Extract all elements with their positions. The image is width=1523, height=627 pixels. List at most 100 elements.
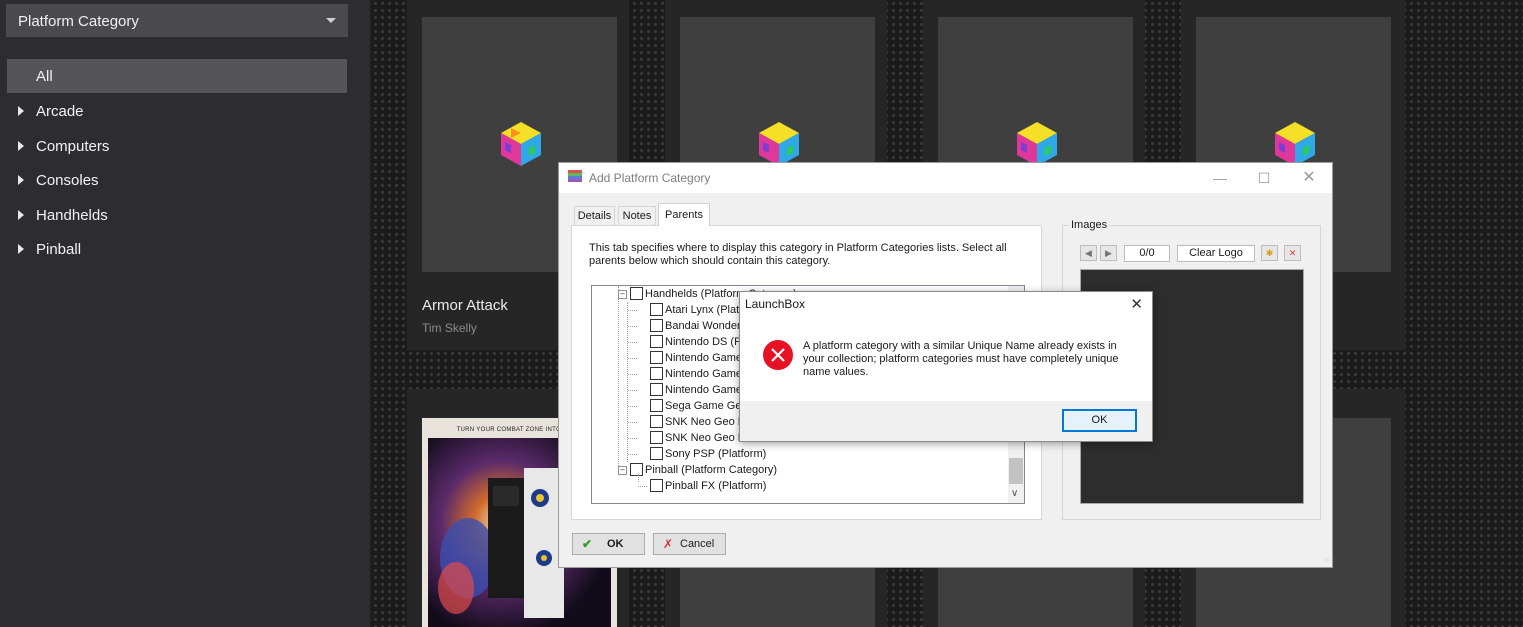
tab-label: Details [577, 210, 612, 222]
button-label: OK [607, 538, 624, 550]
checkbox[interactable] [650, 302, 663, 316]
dropdown-value: Platform Category [18, 13, 139, 30]
parents-description: This tab specifies where to display this… [589, 242, 1007, 267]
tab-label: Notes [622, 210, 652, 222]
previous-image-button[interactable]: ◀ [1080, 245, 1097, 261]
checkbox[interactable] [650, 430, 663, 444]
tree-branch-line [638, 486, 647, 487]
cancel-button[interactable]: ✗ Cancel [653, 533, 726, 555]
tab-parents[interactable]: Parents [658, 203, 710, 226]
tab-details[interactable]: Details [574, 206, 615, 225]
dialog-title: Add Platform Category [589, 171, 711, 185]
maximize-icon[interactable]: ☐ [1255, 169, 1273, 187]
tree-item[interactable]: Sony PSP (Platform) [650, 446, 766, 462]
add-image-icon[interactable]: ✱ [1261, 245, 1278, 261]
dialog-titlebar[interactable]: Add Platform Category — ☐ ✕ [559, 163, 1332, 193]
sidebar-item-label: Arcade [36, 103, 84, 120]
tree-branch-line [628, 326, 637, 327]
expand-arrow-icon[interactable] [18, 244, 24, 254]
checkbox[interactable] [630, 286, 643, 300]
expand-arrow-icon[interactable] [18, 175, 24, 185]
tree-branch-line [628, 390, 637, 391]
ok-button[interactable]: ✔ OK [572, 533, 645, 555]
message-box-title: LaunchBox [745, 297, 806, 311]
scrollbar-thumb[interactable] [1009, 458, 1023, 484]
checkbox[interactable] [650, 382, 663, 396]
tree-item-label: Pinball (Platform Category) [645, 464, 778, 476]
launchbox-cube-icon [1275, 122, 1315, 166]
sidebar-item-pinball[interactable]: Pinball [7, 232, 347, 266]
checkbox[interactable] [650, 446, 663, 460]
tree-branch-line [628, 358, 637, 359]
sidebar-item-label: All [36, 68, 53, 85]
tab-notes[interactable]: Notes [618, 206, 656, 225]
tree-item[interactable]: Nintendo Game [650, 366, 742, 382]
tree-branch-line [628, 438, 637, 439]
checkbox[interactable] [630, 462, 643, 476]
platform-category-dropdown[interactable]: Platform Category [6, 4, 348, 37]
tree-item[interactable]: Nintendo Game [650, 382, 742, 398]
tree-item[interactable]: Sega Game Gear [650, 398, 751, 414]
message-ok-button[interactable]: OK [1062, 409, 1137, 432]
sidebar: Platform Category All Arcade Computers C… [0, 0, 370, 627]
delete-image-icon[interactable]: ✕ [1284, 245, 1301, 261]
tree-branch-line [628, 422, 637, 423]
tree-item-pinball[interactable]: Pinball (Platform Category) [630, 462, 777, 478]
button-label: Cancel [680, 538, 715, 550]
images-label: Images [1069, 219, 1110, 231]
checkbox[interactable] [650, 398, 663, 412]
sidebar-item-label: Computers [36, 138, 110, 155]
close-icon[interactable]: ✕ [1300, 169, 1318, 187]
collapse-icon[interactable]: – [618, 290, 627, 299]
expand-arrow-icon[interactable] [18, 210, 24, 220]
checkbox[interactable] [650, 318, 663, 332]
next-image-button[interactable]: ▶ [1100, 245, 1117, 261]
tree-branch-line [628, 406, 637, 407]
expand-arrow-icon[interactable] [18, 141, 24, 151]
checkbox[interactable] [650, 366, 663, 380]
checkbox[interactable] [650, 334, 663, 348]
chevron-down-icon [326, 18, 336, 23]
sidebar-item-label: Handhelds [36, 207, 108, 224]
resize-grip-icon[interactable]: ⁘ [1323, 556, 1330, 565]
tree-branch-line [628, 342, 637, 343]
sidebar-item-handhelds[interactable]: Handhelds [7, 198, 347, 232]
image-counter: 0/0 [1124, 245, 1170, 262]
minimize-icon[interactable]: — [1211, 169, 1229, 187]
tree-guide-line [618, 286, 619, 472]
game-developer: Tim Skelly [422, 321, 477, 335]
tree-item[interactable]: Pinball FX (Platform) [650, 478, 766, 494]
collapse-icon[interactable]: – [618, 466, 627, 475]
close-icon[interactable]: ✕ [1130, 295, 1143, 313]
checkbox[interactable] [650, 350, 663, 364]
tree-item-label: Pinball FX (Platform) [665, 480, 767, 492]
sidebar-item-all[interactable]: All [7, 59, 347, 93]
tree-item[interactable]: Nintendo Game [650, 350, 742, 366]
error-message-box: LaunchBox ✕ A platform category with a s… [739, 291, 1153, 442]
tree-item-label: Sony PSP (Platform) [665, 448, 767, 460]
tree-guide-line [638, 474, 639, 482]
tab-label: Parents [665, 209, 703, 221]
launchbox-cube-icon [1017, 122, 1057, 166]
chevron-down-icon[interactable]: ∨ [1011, 488, 1018, 499]
checkbox[interactable] [650, 478, 663, 492]
expand-arrow-icon[interactable] [18, 106, 24, 116]
checkmark-icon: ✔ [582, 537, 593, 551]
message-text: A platform category with a similar Uniqu… [803, 340, 1119, 378]
tree-item-label: Nintendo Game [665, 352, 743, 364]
image-type-select[interactable]: Clear Logo [1177, 245, 1255, 262]
sidebar-item-arcade[interactable]: Arcade [7, 94, 347, 128]
launchbox-cube-icon [759, 122, 799, 166]
game-title[interactable]: Armor Attack [422, 297, 508, 314]
message-box-footer: OK [740, 401, 1152, 441]
tree-branch-line [628, 310, 637, 311]
sidebar-item-label: Pinball [36, 241, 82, 258]
tree-branch-line [628, 374, 637, 375]
error-icon [763, 340, 793, 370]
tree-item-label: Nintendo Game [665, 384, 743, 396]
sidebar-item-computers[interactable]: Computers [7, 129, 347, 163]
checkbox[interactable] [650, 414, 663, 428]
sidebar-item-consoles[interactable]: Consoles [7, 163, 347, 197]
cancel-x-icon: ✗ [663, 537, 674, 551]
tree-branch-line [628, 454, 637, 455]
